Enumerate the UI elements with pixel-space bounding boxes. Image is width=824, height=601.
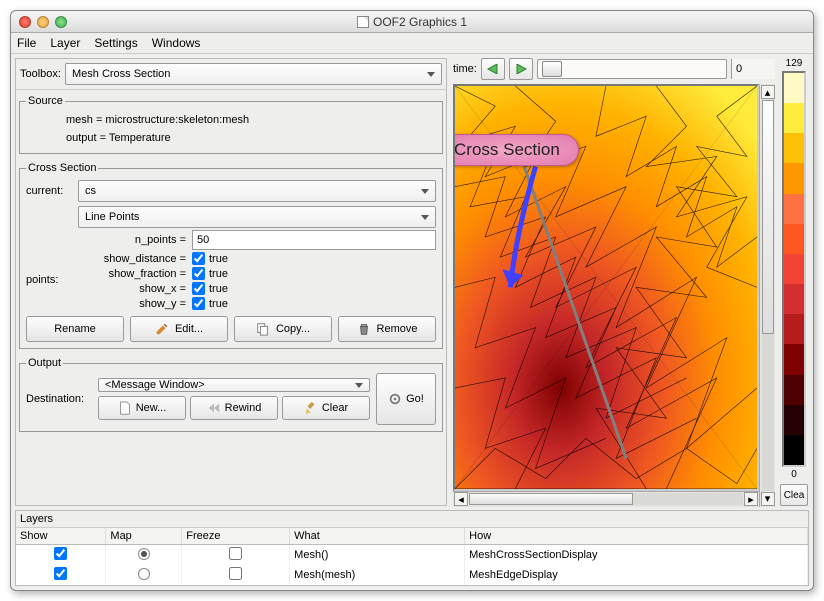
layer-how: MeshEdgeDisplay: [465, 565, 808, 585]
titlebar: OOF2 Graphics 1: [11, 11, 813, 33]
layer-show-check[interactable]: [54, 547, 67, 560]
show-distance-check[interactable]: [192, 252, 205, 265]
table-row[interactable]: Mesh()MeshCrossSectionDisplay: [16, 545, 808, 566]
show-fraction-label: show_fraction =: [78, 268, 188, 280]
layer-map-radio[interactable]: [138, 568, 150, 580]
scroll-up-icon[interactable]: ▴: [761, 85, 775, 99]
show-distance-label: show_distance =: [78, 253, 188, 265]
chevron-down-icon: [421, 215, 429, 220]
layers-panel: Layers ShowMapFreezeWhatHow Mesh()MeshCr…: [15, 510, 809, 586]
annotation-label: Cross Section: [453, 134, 579, 166]
show-x-check[interactable]: [192, 282, 205, 295]
colorbar-max: 129: [786, 58, 803, 71]
scroll-down-icon[interactable]: ▾: [761, 492, 775, 506]
source-group: Source mesh = microstructure:skeleton:me…: [19, 95, 443, 154]
colorbar-clear-button[interactable]: Clea: [780, 484, 808, 506]
window-title: OOF2 Graphics 1: [373, 15, 467, 29]
layer-header[interactable]: What: [290, 528, 465, 545]
toolbox-panel: Toolbox: Mesh Cross Section Source mesh …: [15, 58, 447, 506]
slider-thumb[interactable]: [542, 61, 562, 77]
v-scrollbar[interactable]: ▴ ▾: [759, 84, 775, 507]
scroll-left-icon[interactable]: ◂: [454, 492, 468, 506]
go-button[interactable]: Go!: [376, 373, 436, 425]
new-button[interactable]: New...: [98, 396, 186, 420]
menubar: File Layer Settings Windows: [11, 33, 813, 54]
menu-windows[interactable]: Windows: [152, 36, 201, 50]
file-icon: [118, 401, 132, 415]
show-y-check[interactable]: [192, 297, 205, 310]
gear-icon: [388, 392, 402, 406]
layer-header[interactable]: Freeze: [182, 528, 290, 545]
zoom-icon[interactable]: [55, 16, 67, 28]
destination-label: Destination:: [26, 393, 92, 405]
layer-how: MeshCrossSectionDisplay: [465, 545, 808, 566]
rewind-button[interactable]: Rewind: [190, 396, 278, 420]
show-x-label: show_x =: [78, 283, 188, 295]
colorbar: [782, 71, 806, 467]
minimize-icon[interactable]: [37, 16, 49, 28]
layer-header[interactable]: How: [465, 528, 808, 545]
chevron-down-icon: [355, 383, 363, 388]
layer-what: Mesh(): [290, 545, 465, 566]
layer-show-check[interactable]: [54, 567, 67, 580]
time-label: time:: [453, 63, 477, 75]
copy-icon: [256, 322, 270, 336]
layer-map-radio[interactable]: [138, 548, 150, 560]
points-label: points:: [26, 204, 74, 286]
time-prev-button[interactable]: [481, 58, 505, 80]
rename-button[interactable]: Rename: [26, 316, 124, 342]
menu-settings[interactable]: Settings: [94, 36, 137, 50]
layer-freeze-check[interactable]: [229, 567, 242, 580]
remove-button[interactable]: Remove: [338, 316, 436, 342]
layers-title: Layers: [16, 511, 808, 528]
menu-file[interactable]: File: [17, 36, 36, 50]
npoints-input[interactable]: [192, 230, 436, 250]
source-output: output = Temperature: [66, 129, 436, 147]
source-mesh: mesh = microstructure:skeleton:mesh: [66, 111, 436, 129]
trash-icon: [357, 322, 371, 336]
edit-button[interactable]: Edit...: [130, 316, 228, 342]
layer-header[interactable]: Map: [106, 528, 182, 545]
rewind-icon: [207, 401, 221, 415]
clear-button[interactable]: Clear: [282, 396, 370, 420]
close-icon[interactable]: [19, 16, 31, 28]
show-fraction-check[interactable]: [192, 267, 205, 280]
chevron-down-icon: [421, 189, 429, 194]
layer-header[interactable]: Show: [16, 528, 106, 545]
arrow-right-icon: [515, 64, 527, 74]
show-y-label: show_y =: [78, 298, 188, 310]
colorbar-min: 0: [791, 467, 797, 482]
h-scrollbar[interactable]: ◂ ▸: [453, 491, 759, 507]
destination-select[interactable]: <Message Window>: [98, 378, 370, 392]
scroll-right-icon[interactable]: ▸: [744, 492, 758, 506]
current-select[interactable]: cs: [78, 180, 436, 202]
menu-layer[interactable]: Layer: [50, 36, 80, 50]
time-next-button[interactable]: [509, 58, 533, 80]
canvas[interactable]: Cross Section: [453, 84, 759, 491]
layer-freeze-check[interactable]: [229, 547, 242, 560]
table-row[interactable]: Mesh(mesh)MeshEdgeDisplay: [16, 565, 808, 585]
copy-button[interactable]: Copy...: [234, 316, 332, 342]
time-slider[interactable]: [537, 59, 727, 79]
time-value: 0: [731, 59, 775, 79]
toolbox-label: Toolbox:: [20, 68, 61, 80]
edit-icon: [155, 322, 169, 336]
cross-section-group: Cross Section current: cs points:: [19, 162, 443, 349]
layer-what: Mesh(mesh): [290, 565, 465, 585]
output-group: Output Destination: <Message Window>: [19, 357, 443, 432]
sampling-select[interactable]: Line Points: [78, 206, 436, 228]
document-icon: [357, 16, 369, 28]
npoints-label: n_points =: [78, 234, 188, 246]
toolbox-select[interactable]: Mesh Cross Section: [65, 63, 442, 85]
chevron-down-icon: [427, 72, 435, 77]
current-label: current:: [26, 185, 74, 197]
arrow-left-icon: [487, 64, 499, 74]
broom-icon: [304, 401, 318, 415]
